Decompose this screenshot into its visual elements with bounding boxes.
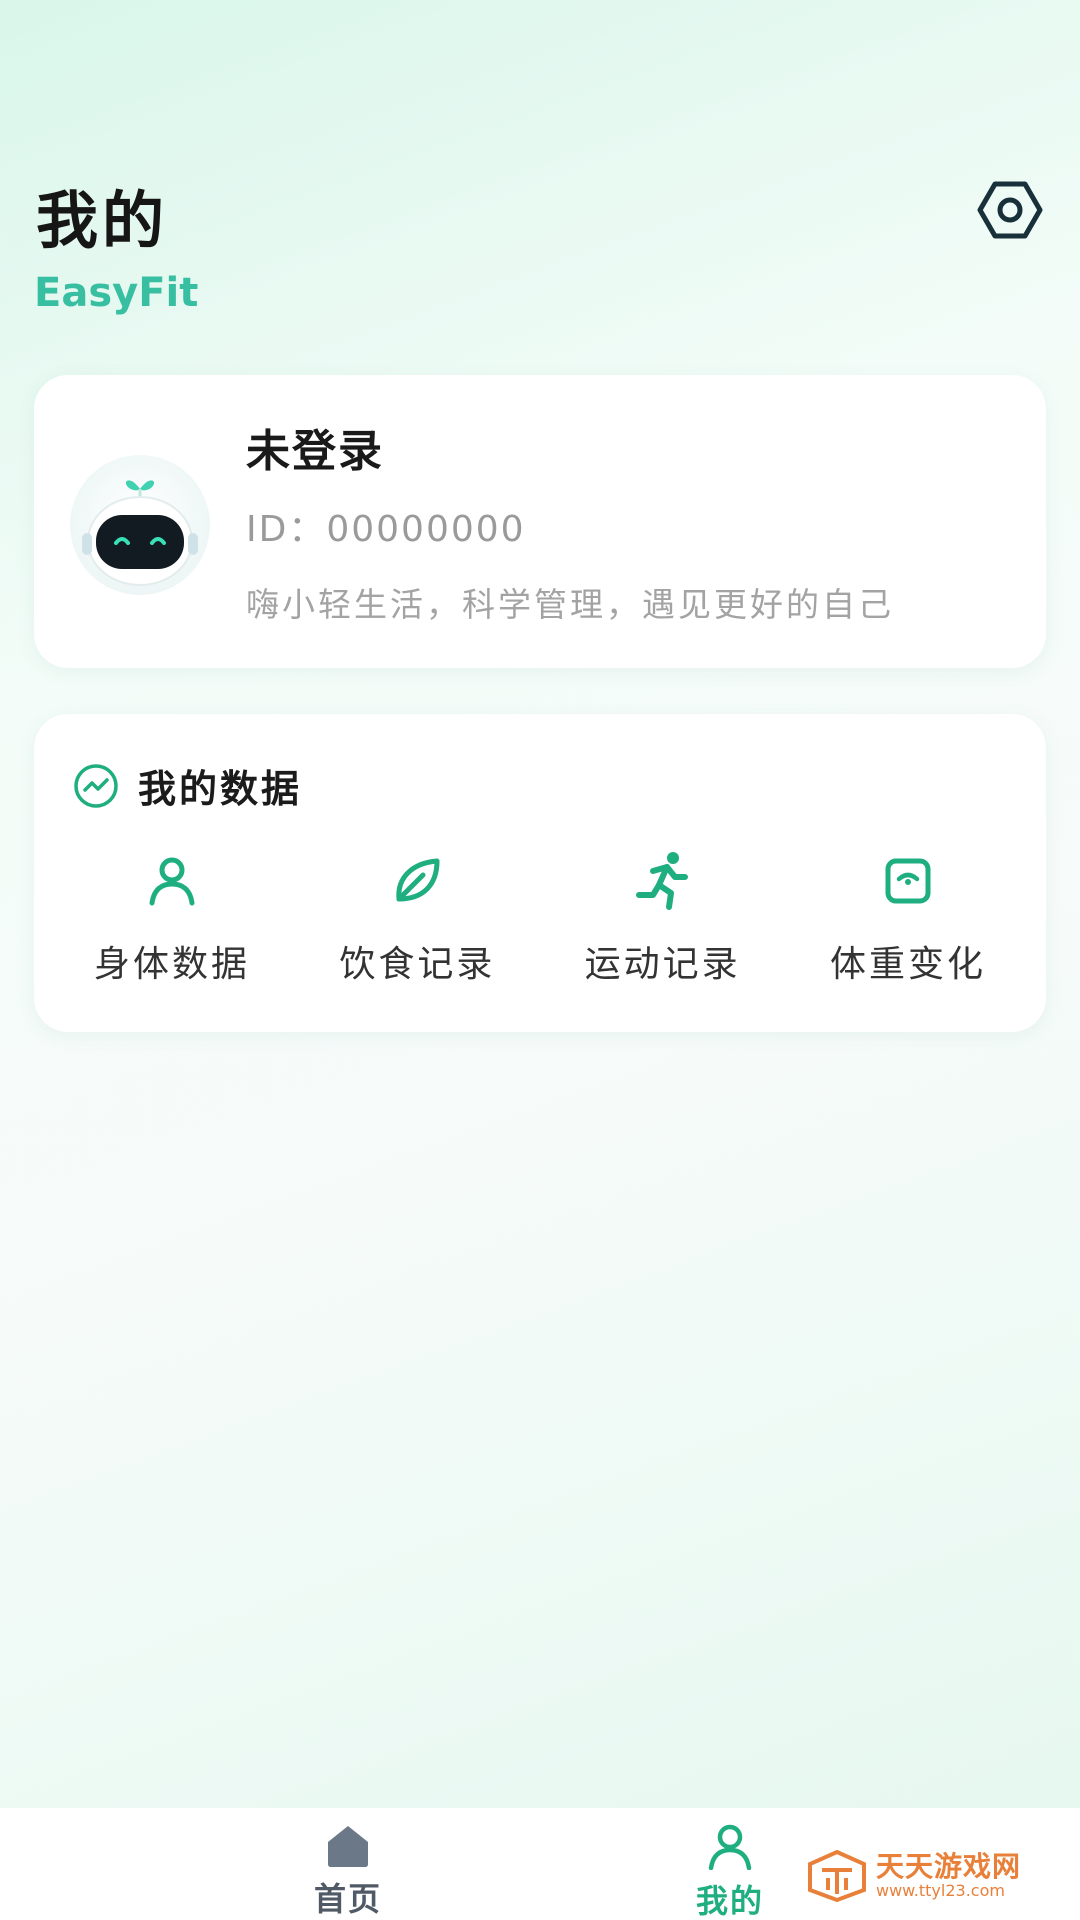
- weight-change-item[interactable]: 体重变化: [808, 849, 1008, 987]
- watermark: 天天游戏网 www.ttyl23.com: [808, 1846, 1058, 1906]
- diet-record-item[interactable]: 饮食记录: [317, 849, 517, 987]
- watermark-name: 天天游戏网: [876, 1850, 1022, 1883]
- leaf-icon: [396, 858, 440, 902]
- my-data-header: 我的数据: [72, 758, 302, 813]
- my-data-grid: 身体数据 饮食记录 运动记录 体重变化: [34, 849, 1046, 987]
- trend-chart-icon: [74, 763, 118, 808]
- body-data-item[interactable]: 身体数据: [72, 849, 272, 987]
- person-icon: [149, 857, 195, 906]
- watermark-logo-icon: [808, 1850, 866, 1902]
- exercise-record-item[interactable]: 运动记录: [563, 849, 763, 987]
- user-icon: [708, 1824, 752, 1870]
- watermark-url: www.ttyl23.com: [876, 1881, 1005, 1900]
- avatar[interactable]: [70, 455, 210, 595]
- exercise-record-label: 运动记录: [584, 944, 741, 985]
- username[interactable]: 未登录: [246, 415, 384, 479]
- profile-card[interactable]: 未登录 ID：00000000 嗨小轻生活，科学管理，遇见更好的自己: [34, 375, 1046, 668]
- tab-mine[interactable]: 我的: [660, 1822, 800, 1920]
- robot-avatar-icon: [82, 480, 198, 586]
- page-title: 我的: [36, 184, 169, 257]
- settings-icon: [977, 181, 1043, 239]
- slogan: 嗨小轻生活，科学管理，遇见更好的自己: [246, 585, 894, 624]
- scale-icon: [885, 858, 931, 904]
- user-id: ID：00000000: [246, 509, 526, 550]
- tab-home-label: 首页: [313, 1880, 382, 1918]
- tab-mine-label: 我的: [695, 1882, 764, 1920]
- body-data-label: 身体数据: [93, 944, 250, 985]
- settings-button[interactable]: [972, 172, 1048, 248]
- diet-record-label: 饮食记录: [339, 944, 496, 985]
- my-data-card: 我的数据 身体数据 饮食记录 运动记录 体重变化: [34, 714, 1046, 1032]
- home-icon: [328, 1826, 368, 1867]
- weight-change-label: 体重变化: [829, 944, 986, 985]
- my-data-title: 我的数据: [138, 767, 303, 811]
- tab-home[interactable]: 首页: [278, 1822, 418, 1920]
- runner-icon: [635, 852, 688, 910]
- app-name: EasyFit: [34, 270, 199, 316]
